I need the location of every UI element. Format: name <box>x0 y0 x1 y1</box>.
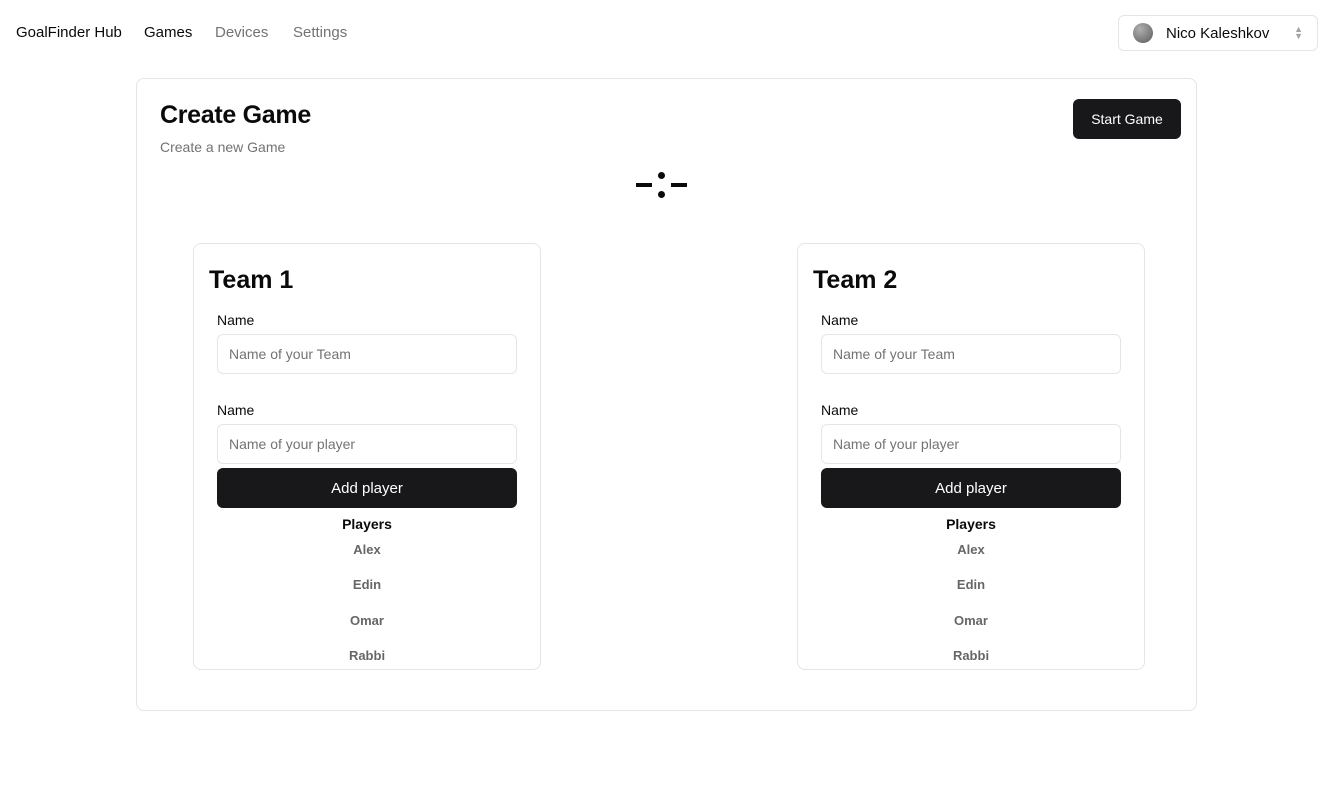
players-list: Alex Edin Omar Rabbi <box>798 542 1144 683</box>
score-dash <box>670 183 687 187</box>
brand-link[interactable]: GoalFinder Hub <box>16 24 122 41</box>
user-switcher[interactable]: Nico Kaleshkov ▲ ▼ <box>1118 15 1318 51</box>
players-list: Alex Edin Omar Rabbi <box>194 542 540 683</box>
player-item: Omar <box>350 612 384 628</box>
top-navigation: GoalFinder Hub Games Devices Settings Ni… <box>0 0 1334 66</box>
team-name-label: Name <box>217 312 255 328</box>
team-1-card: Team 1 Name Name Add player Players Alex… <box>193 243 541 670</box>
player-name-input[interactable] <box>217 424 517 464</box>
add-player-button[interactable]: Add player <box>821 468 1121 508</box>
user-name: Nico Kaleshkov <box>1166 24 1270 42</box>
create-game-card: Create Game Create a new Game Start Game… <box>136 78 1197 711</box>
team-title: Team 2 <box>813 266 898 294</box>
players-heading: Players <box>946 516 996 532</box>
chevron-up-down-icon: ▲ ▼ <box>1294 24 1303 41</box>
nav-link-devices[interactable]: Devices <box>215 24 268 41</box>
player-item: Alex <box>957 542 985 557</box>
player-item: Rabbi <box>348 647 386 663</box>
player-item: Omar <box>954 612 988 628</box>
player-item: Edin <box>352 577 382 593</box>
player-item: Rabbi <box>952 647 990 663</box>
page-subtitle: Create a new Game <box>160 139 286 155</box>
player-item: Edin <box>956 577 986 593</box>
player-name-label: Name <box>821 402 859 418</box>
player-name-input[interactable] <box>821 424 1121 464</box>
players-heading: Players <box>342 516 392 532</box>
team-2-card: Team 2 Name Name Add player Players Alex… <box>797 243 1145 670</box>
add-player-button[interactable]: Add player <box>217 468 517 508</box>
score-display <box>633 171 689 199</box>
avatar <box>1133 23 1153 43</box>
nav-link-settings[interactable]: Settings <box>293 24 347 41</box>
start-game-button[interactable]: Start Game <box>1073 99 1181 139</box>
player-name-label: Name <box>217 402 255 418</box>
page-title: Create Game <box>160 101 311 129</box>
score-dash <box>635 183 652 187</box>
team-name-label: Name <box>821 312 859 328</box>
player-item: Alex <box>353 542 381 557</box>
team-title: Team 1 <box>209 266 294 294</box>
nav-link-games[interactable]: Games <box>144 24 192 41</box>
score-colon <box>657 172 665 198</box>
team-name-input[interactable] <box>821 334 1121 374</box>
team-name-input[interactable] <box>217 334 517 374</box>
